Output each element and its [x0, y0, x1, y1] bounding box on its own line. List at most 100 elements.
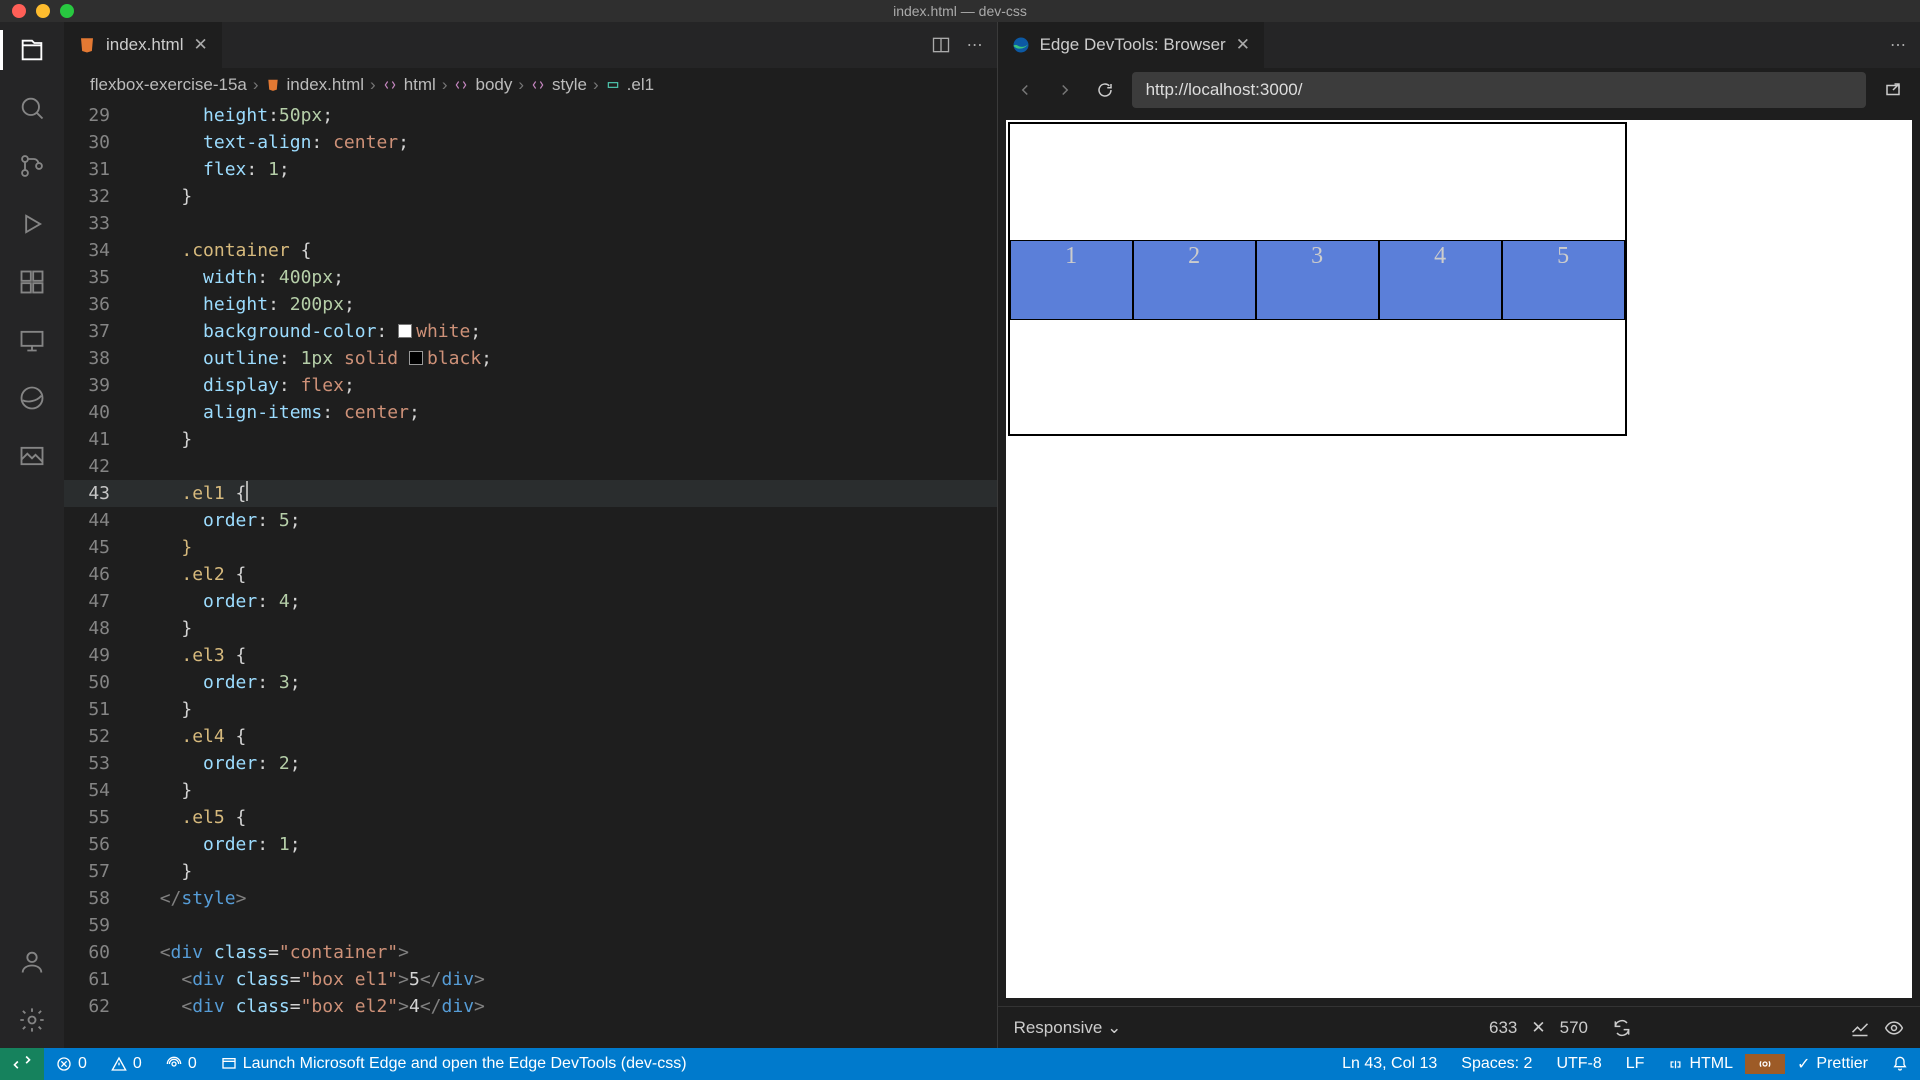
code-line[interactable]: 35 width: 400px; [64, 264, 997, 291]
eol[interactable]: LF [1614, 1054, 1657, 1074]
code-line[interactable]: 36 height: 200px; [64, 291, 997, 318]
code-line[interactable]: 41 } [64, 426, 997, 453]
code-line[interactable]: 51 } [64, 696, 997, 723]
language-mode[interactable]: HTML [1656, 1054, 1745, 1074]
code-line[interactable]: 33 [64, 210, 997, 237]
go-live[interactable] [1745, 1054, 1785, 1074]
viewport-height[interactable]: 570 [1560, 1018, 1588, 1038]
devtools-status: Responsive ⌄ 633 ✕ 570 [998, 1006, 1920, 1048]
code-line[interactable]: 58 </style> [64, 885, 997, 912]
flex-box: 2 [1133, 240, 1256, 320]
explorer-icon[interactable] [16, 34, 48, 66]
html-file-icon [78, 36, 96, 54]
tab-label: index.html [106, 35, 183, 55]
crumb-5[interactable]: .el1 [627, 75, 654, 95]
code-line[interactable]: 62 <div class="box el2">4</div> [64, 993, 997, 1020]
encoding[interactable]: UTF-8 [1544, 1054, 1613, 1074]
responsive-dropdown[interactable]: Responsive ⌄ [1014, 1018, 1122, 1038]
code-line[interactable]: 46 .el2 { [64, 561, 997, 588]
address-bar[interactable]: http://localhost:3000/ [1132, 72, 1866, 108]
code-editor[interactable]: 29 height:50px;30 text-align: center;31 … [64, 102, 997, 1048]
code-line[interactable]: 31 flex: 1; [64, 156, 997, 183]
window-title: index.html — dev-css [893, 3, 1027, 19]
code-line[interactable]: 44 order: 5; [64, 507, 997, 534]
code-line[interactable]: 38 outline: 1px solid black; [64, 345, 997, 372]
tab-label: Edge DevTools: Browser [1040, 35, 1226, 55]
indentation[interactable]: Spaces: 2 [1449, 1054, 1544, 1074]
code-line[interactable]: 61 <div class="box el1">5</div> [64, 966, 997, 993]
emulate-vision-icon[interactable] [1884, 1018, 1904, 1038]
code-line[interactable]: 30 text-align: center; [64, 129, 997, 156]
close-window-button[interactable] [12, 4, 26, 18]
popout-icon[interactable] [1880, 81, 1906, 99]
code-line[interactable]: 32 } [64, 183, 997, 210]
viewport-width[interactable]: 633 [1489, 1018, 1517, 1038]
run-debug-icon[interactable] [16, 208, 48, 240]
emulate-css-icon[interactable] [1850, 1018, 1870, 1038]
more-actions-icon[interactable]: ⋯ [967, 35, 983, 55]
code-line[interactable]: 54 } [64, 777, 997, 804]
crumb-0[interactable]: flexbox-exercise-15a [90, 75, 247, 95]
code-line[interactable]: 45 } [64, 534, 997, 561]
symbol-icon [453, 77, 469, 93]
source-control-icon[interactable] [16, 150, 48, 182]
close-icon[interactable]: ✕ [1236, 35, 1250, 55]
extensions-icon[interactable] [16, 266, 48, 298]
browser-viewport: 12345 [1006, 120, 1912, 998]
code-line[interactable]: 53 order: 2; [64, 750, 997, 777]
code-line[interactable]: 49 .el3 { [64, 642, 997, 669]
more-actions-icon[interactable]: ⋯ [1890, 35, 1906, 55]
remote-indicator[interactable] [0, 1048, 44, 1080]
code-line[interactable]: 47 order: 4; [64, 588, 997, 615]
crumb-4[interactable]: style [552, 75, 587, 95]
code-line[interactable]: 37 background-color: white; [64, 318, 997, 345]
back-icon[interactable] [1012, 81, 1038, 99]
problems-warnings[interactable]: 0 [99, 1055, 154, 1073]
status-launch[interactable]: Launch Microsoft Edge and open the Edge … [209, 1055, 699, 1073]
symbol-icon [382, 77, 398, 93]
tab-index-html[interactable]: index.html ✕ [64, 22, 222, 68]
breadcrumbs[interactable]: flexbox-exercise-15a› index.html› html› … [64, 68, 997, 102]
problems-errors[interactable]: 0 [44, 1055, 99, 1073]
code-line[interactable]: 39 display: flex; [64, 372, 997, 399]
split-editor-icon[interactable] [931, 35, 951, 55]
code-line[interactable]: 48 } [64, 615, 997, 642]
edge-tools-icon[interactable] [16, 382, 48, 414]
search-icon[interactable] [16, 92, 48, 124]
flex-box: 5 [1502, 240, 1625, 320]
code-line[interactable]: 50 order: 3; [64, 669, 997, 696]
port-forward[interactable]: 0 [154, 1055, 209, 1073]
settings-icon[interactable] [16, 1004, 48, 1036]
remote-explorer-icon[interactable] [16, 324, 48, 356]
prettier-status[interactable]: ✓ Prettier [1785, 1054, 1880, 1074]
code-line[interactable]: 40 align-items: center; [64, 399, 997, 426]
tab-edge-devtools[interactable]: Edge DevTools: Browser ✕ [998, 22, 1264, 68]
code-line[interactable]: 59 [64, 912, 997, 939]
code-line[interactable]: 52 .el4 { [64, 723, 997, 750]
crumb-2[interactable]: html [404, 75, 436, 95]
minimize-window-button[interactable] [36, 4, 50, 18]
flex-box: 4 [1379, 240, 1502, 320]
close-icon[interactable]: ✕ [193, 35, 207, 55]
code-line[interactable]: 29 height:50px; [64, 102, 997, 129]
crumb-1[interactable]: index.html [287, 75, 364, 95]
code-line[interactable]: 56 order: 1; [64, 831, 997, 858]
code-line[interactable]: 60 <div class="container"> [64, 939, 997, 966]
code-line[interactable]: 34 .container { [64, 237, 997, 264]
crumb-3[interactable]: body [475, 75, 512, 95]
rotate-icon[interactable] [1612, 1018, 1632, 1038]
code-line[interactable]: 55 .el5 { [64, 804, 997, 831]
forward-icon[interactable] [1052, 81, 1078, 99]
accounts-icon[interactable] [16, 946, 48, 978]
code-line[interactable]: 57 } [64, 858, 997, 885]
edge-icon [1012, 36, 1030, 54]
reload-icon[interactable] [1092, 81, 1118, 99]
maximize-window-button[interactable] [60, 4, 74, 18]
code-line[interactable]: 43 .el1 { [64, 480, 997, 507]
flex-box: 1 [1010, 240, 1133, 320]
notifications-icon[interactable] [1880, 1054, 1920, 1074]
image-preview-icon[interactable] [16, 440, 48, 472]
code-line[interactable]: 42 [64, 453, 997, 480]
cursor-position[interactable]: Ln 43, Col 13 [1330, 1054, 1449, 1074]
flex-box: 3 [1256, 240, 1379, 320]
